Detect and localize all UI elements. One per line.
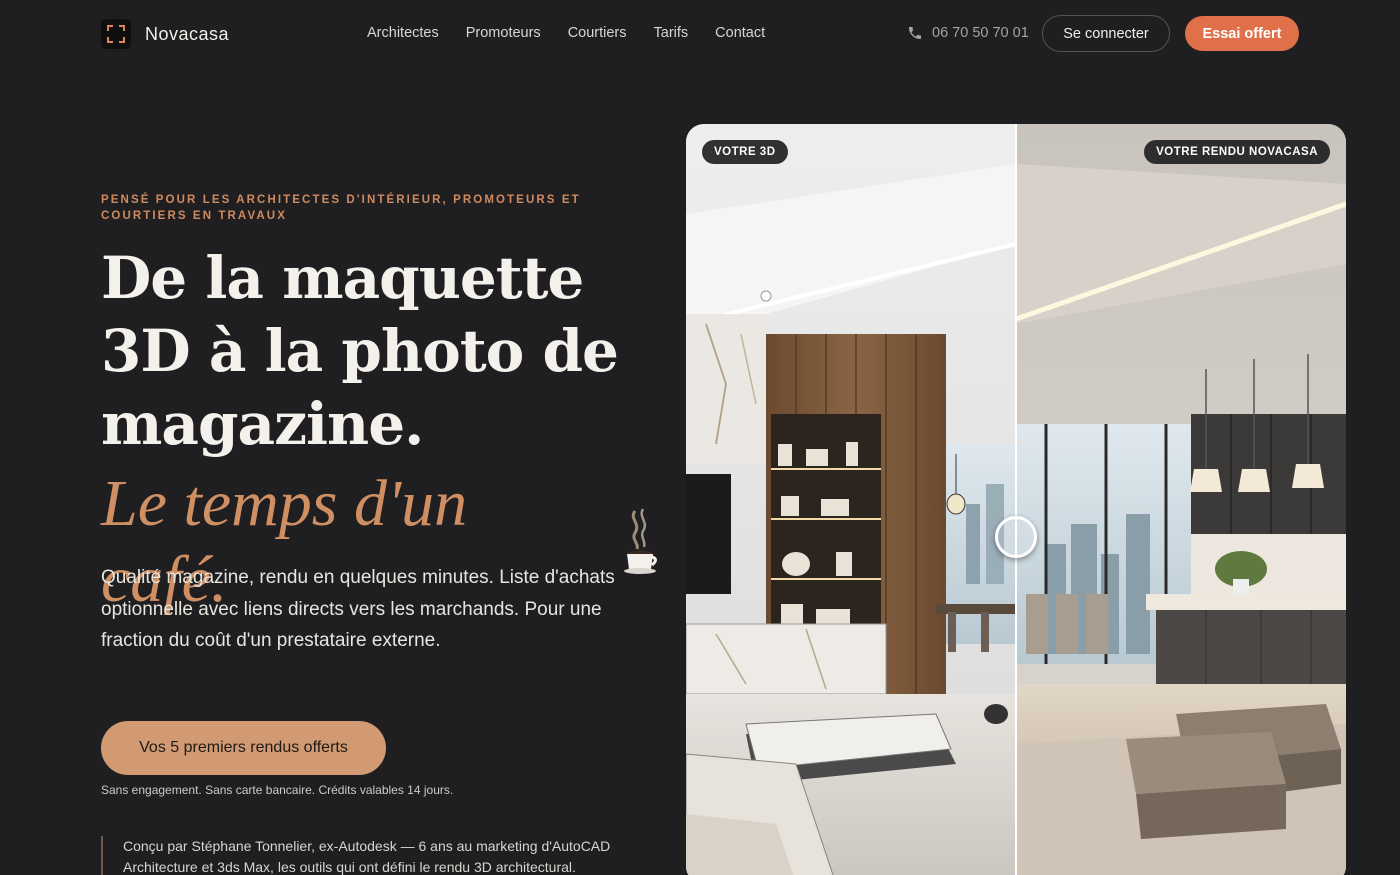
- phone-icon: [909, 27, 921, 39]
- hero-lead-text: Qualité magazine, rendu en quelques minu…: [101, 567, 615, 651]
- free-trial-button[interactable]: Essai offert: [1185, 16, 1299, 51]
- logo-icon: [101, 19, 131, 49]
- top-nav: Novacasa Architectes Promoteurs Courtier…: [0, 0, 1400, 68]
- nav-link-architectes[interactable]: Architectes: [367, 25, 439, 41]
- nav-link-promoteurs[interactable]: Promoteurs: [466, 25, 541, 41]
- comparison-divider: [1015, 124, 1017, 875]
- nav-links: Architectes Promoteurs Courtiers Tarifs …: [367, 25, 765, 41]
- phone-link[interactable]: 06 70 50 70 01: [907, 25, 1029, 41]
- phone-number: 06 70 50 70 01: [932, 25, 1029, 41]
- before-badge: VOTRE 3D: [702, 140, 788, 164]
- nav-link-courtiers[interactable]: Courtiers: [568, 25, 627, 41]
- coffee-cup-icon: [619, 507, 661, 577]
- founder-quote: Conçu par Stéphane Tonnelier, ex-Autodes…: [101, 836, 641, 875]
- cta-fine-print: Sans engagement. Sans carte bancaire. Cr…: [101, 783, 454, 797]
- nav-link-contact[interactable]: Contact: [715, 25, 765, 41]
- login-button[interactable]: Se connecter: [1042, 15, 1170, 52]
- hero-headline: De la maquette 3D à la photo de magazine…: [101, 244, 619, 458]
- brand-logo[interactable]: Novacasa: [101, 19, 229, 49]
- nav-link-tarifs[interactable]: Tarifs: [654, 25, 689, 41]
- free-renders-cta-button[interactable]: Vos 5 premiers rendus offerts: [101, 721, 386, 775]
- comparison-slider-handle[interactable]: [995, 516, 1037, 558]
- brand-name: Novacasa: [145, 23, 230, 44]
- hero-eyebrow: Pensé pour les architectes d'intérieur, …: [101, 194, 581, 222]
- after-badge: VOTRE RENDU NOVACASA: [1144, 140, 1330, 164]
- before-after-comparison[interactable]: VOTRE 3D VOTRE RENDU NOVACASA: [686, 124, 1346, 875]
